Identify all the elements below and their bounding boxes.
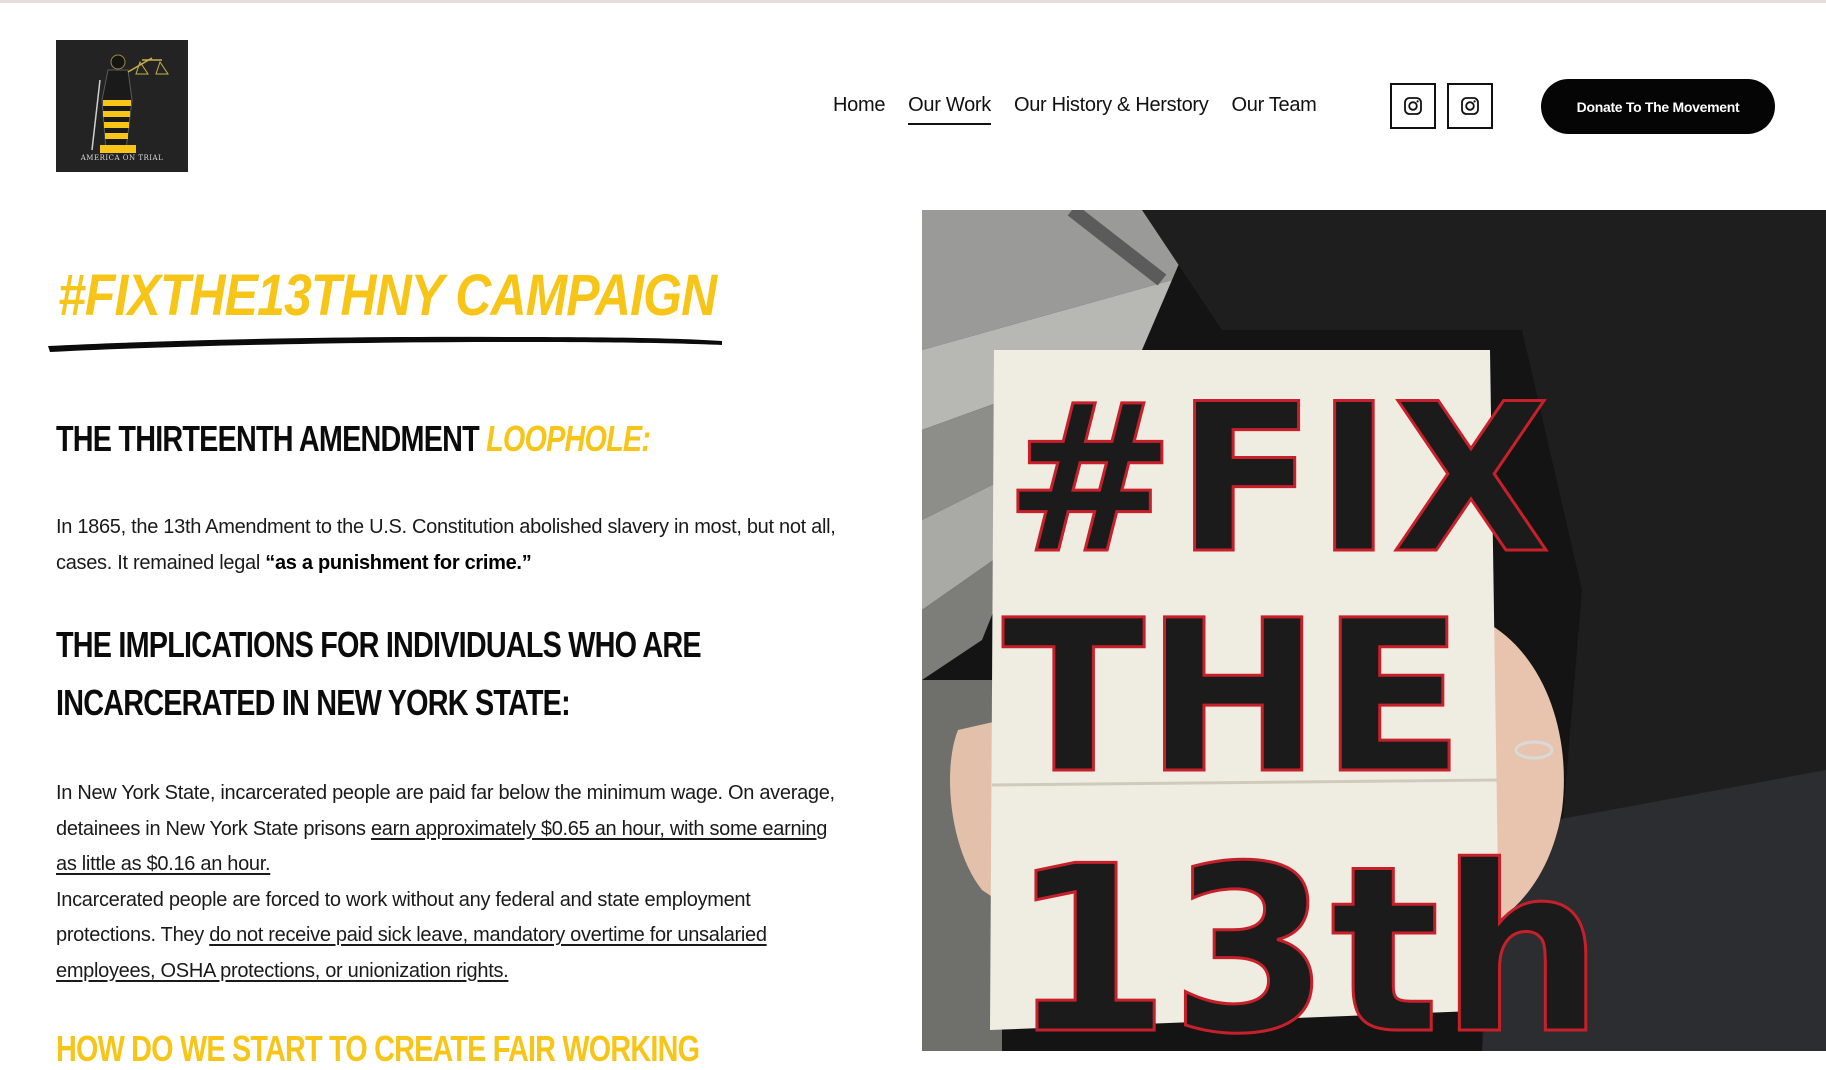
section2-paragraph: In New York State, incarcerated people a… (56, 776, 846, 989)
nav-our-history[interactable]: Our History & Herstory (1014, 94, 1209, 125)
brush-underline (48, 336, 722, 352)
instagram-link-2[interactable] (1447, 83, 1493, 129)
section1-heading-text: THE THIRTEENTH AMENDMENT (56, 418, 480, 459)
section2-heading-line2: INCARCERATED IN NEW YORK STATE: (56, 682, 571, 723)
nav-home[interactable]: Home (833, 94, 885, 125)
protest-photo: #FIX THE 13th (922, 210, 1826, 1051)
section1-paragraph: In 1865, the 13th Amendment to the U.S. … (56, 510, 846, 581)
section1-heading-accent: LOOPHOLE: (486, 418, 651, 459)
site-logo[interactable]: AMERICA ON TRIAL (56, 40, 188, 172)
section1-bold-quote: “as a punishment for crime.” (265, 551, 532, 574)
main-nav: Home Our Work Our History & Herstory Our… (833, 94, 1340, 125)
sign-text-line1: #FIX (1004, 361, 1550, 599)
section2-heading-line1: THE IMPLICATIONS FOR INDIVIDUALS WHO ARE (56, 624, 702, 665)
campaign-title: #FIXTHE13THNY CAMPAIGN (58, 263, 717, 328)
protest-sign-image: #FIX THE 13th (922, 210, 1826, 1051)
instagram-link-1[interactable] (1390, 83, 1436, 129)
top-border (0, 0, 1826, 3)
instagram-icon (1404, 97, 1422, 115)
sign-text-line2: THE (1002, 575, 1464, 820)
nav-our-team[interactable]: Our Team (1232, 94, 1317, 125)
lady-justice-emblem (91, 54, 169, 153)
instagram-icon (1461, 97, 1479, 115)
sign-text-line3: 13th (1010, 818, 1604, 1051)
donate-button[interactable]: Donate To The Movement (1541, 79, 1775, 134)
next-section-heading: HOW DO WE START TO CREATE FAIR WORKING (56, 1028, 700, 1069)
section1-heading: THE THIRTEENTH AMENDMENT LOOPHOLE: (56, 418, 651, 460)
nav-our-work[interactable]: Our Work (908, 94, 991, 125)
logo-caption: AMERICA ON TRIAL (80, 154, 164, 162)
